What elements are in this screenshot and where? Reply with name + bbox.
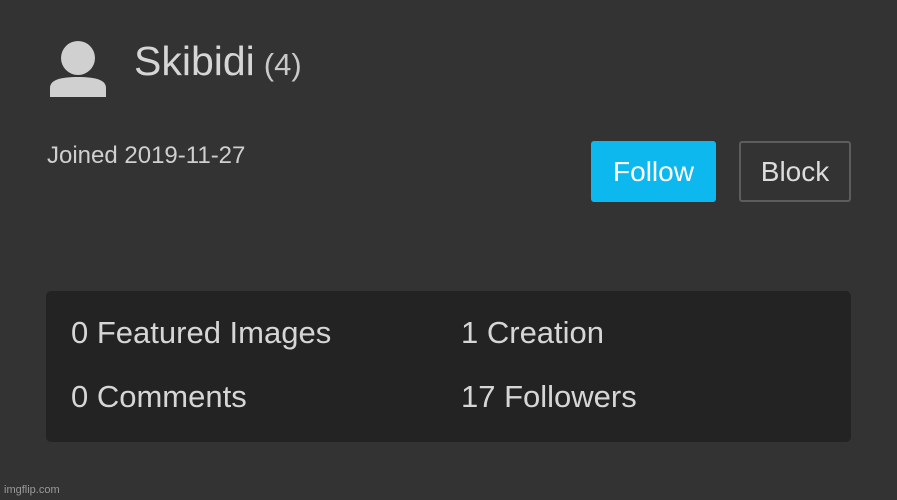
user-points: (4) [263,47,302,82]
stat-comments[interactable]: 0 Comments [71,379,247,415]
stat-featured-images[interactable]: 0 Featured Images [71,315,331,351]
avatar-icon [48,40,108,98]
stat-followers[interactable]: 17 Followers [461,379,637,415]
stats-panel: 0 Featured Images 1 Creation 0 Comments … [46,291,851,442]
profile-header: Skibidi (4) [134,38,302,92]
follow-button[interactable]: Follow [591,141,716,202]
stat-creations[interactable]: 1 Creation [461,315,604,351]
watermark: imgflip.com [4,484,60,496]
username: Skibidi [134,38,255,84]
block-button[interactable]: Block [739,141,851,202]
joined-date: Joined 2019-11-27 [47,142,246,169]
